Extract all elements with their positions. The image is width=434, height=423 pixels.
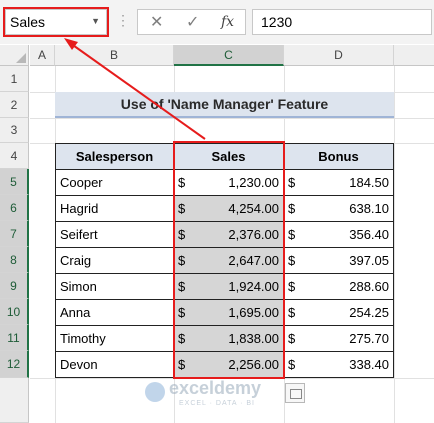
quick-analysis-icon[interactable] <box>285 383 305 403</box>
callout-arrow-icon <box>64 38 206 140</box>
watermark-tagline: EXCEL · DATA · BI <box>179 400 255 407</box>
exceldemy-logo-icon <box>145 382 165 402</box>
watermark-brand: exceldemy <box>169 378 262 398</box>
